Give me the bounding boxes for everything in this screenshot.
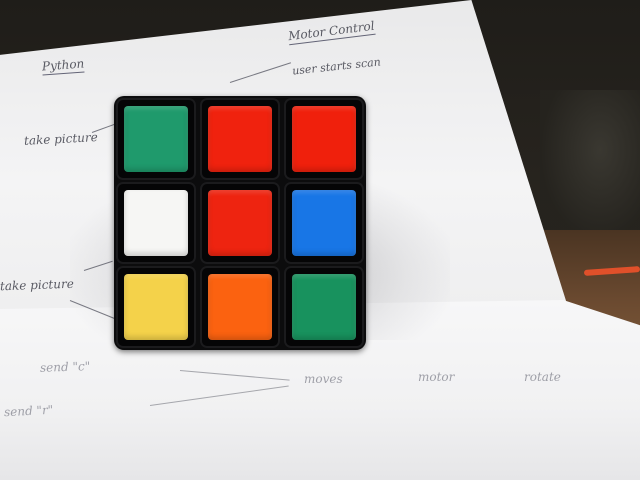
note-moves: moves — [304, 372, 343, 386]
cube-sticker — [124, 190, 188, 256]
cube-sticker — [124, 106, 188, 172]
photo-scene: Python Motor Control user starts scan ta… — [0, 0, 640, 480]
rubiks-cube — [114, 96, 366, 350]
cube-piece — [200, 266, 280, 348]
cube-piece — [284, 266, 364, 348]
note-python: Python — [41, 56, 85, 76]
cube-piece — [116, 266, 196, 348]
cube-piece — [200, 98, 280, 180]
cube-piece — [284, 182, 364, 264]
cube-sticker — [208, 190, 272, 256]
cube-piece — [116, 98, 196, 180]
note-take-picture-2: take picture — [0, 276, 75, 294]
note-rotate: rotate — [524, 370, 561, 384]
cube-sticker — [292, 190, 356, 256]
cube-sticker — [208, 106, 272, 172]
note-send-r: send "r" — [3, 402, 54, 420]
background-clutter — [540, 90, 640, 240]
cube-sticker — [124, 274, 188, 340]
cube-piece — [116, 182, 196, 264]
cube-sticker — [292, 274, 356, 340]
cube-piece — [200, 182, 280, 264]
cube-sticker — [208, 274, 272, 340]
note-motor: motor — [418, 370, 455, 384]
cube-piece — [284, 98, 364, 180]
cube-sticker — [292, 106, 356, 172]
note-send-c: send "c" — [39, 359, 91, 375]
